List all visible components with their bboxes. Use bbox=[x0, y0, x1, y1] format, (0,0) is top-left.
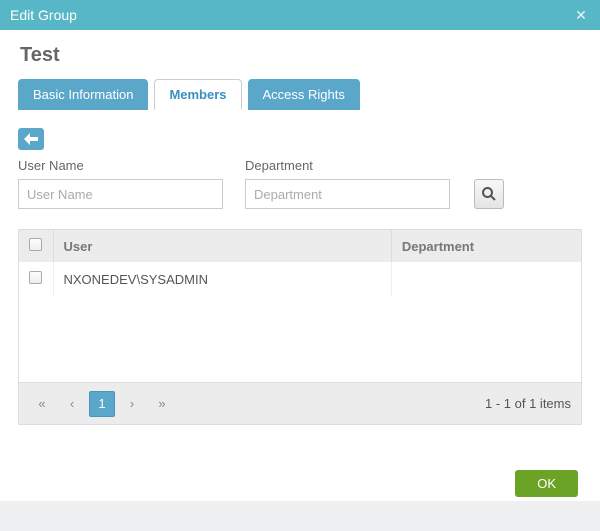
cell-department bbox=[391, 262, 581, 296]
department-input[interactable] bbox=[245, 179, 450, 209]
department-field-wrap: Department bbox=[245, 158, 450, 209]
username-field-wrap: User Name bbox=[18, 158, 223, 209]
pager: « ‹ 1 › » 1 - 1 of 1 items bbox=[19, 382, 581, 424]
arrow-left-icon bbox=[24, 133, 38, 145]
tab-members[interactable]: Members bbox=[154, 79, 241, 110]
column-header-user[interactable]: User bbox=[53, 230, 391, 262]
search-icon bbox=[481, 186, 497, 202]
chevron-right-icon: › bbox=[130, 396, 134, 411]
tab-label: Basic Information bbox=[33, 87, 133, 102]
pager-last-button[interactable]: » bbox=[149, 391, 175, 417]
department-label: Department bbox=[245, 158, 450, 173]
pager-page-1[interactable]: 1 bbox=[89, 391, 115, 417]
dialog-title: Edit Group bbox=[10, 7, 77, 23]
chevron-left-icon: ‹ bbox=[70, 396, 74, 411]
page-title: Test bbox=[20, 44, 582, 67]
tab-label: Members bbox=[169, 87, 226, 102]
pager-first-button[interactable]: « bbox=[29, 391, 55, 417]
dialog-titlebar: Edit Group ✕ bbox=[0, 0, 600, 30]
members-table: User Department NXONEDEV\SYSADMIN « bbox=[18, 229, 582, 425]
table-empty-area bbox=[19, 296, 581, 382]
tabs: Basic Information Members Access Rights bbox=[18, 79, 582, 110]
username-input[interactable] bbox=[18, 179, 223, 209]
pager-status: 1 - 1 of 1 items bbox=[485, 396, 571, 411]
chevron-double-right-icon: » bbox=[158, 396, 165, 411]
footer-strip bbox=[0, 501, 600, 531]
table-row[interactable]: NXONEDEV\SYSADMIN bbox=[19, 262, 581, 296]
chevron-double-left-icon: « bbox=[38, 396, 45, 411]
pager-prev-button[interactable]: ‹ bbox=[59, 391, 85, 417]
column-header-department[interactable]: Department bbox=[391, 230, 581, 262]
ok-button[interactable]: OK bbox=[515, 470, 578, 497]
select-all-checkbox[interactable] bbox=[29, 238, 42, 251]
cell-user: NXONEDEV\SYSADMIN bbox=[53, 262, 391, 296]
tab-access-rights[interactable]: Access Rights bbox=[248, 79, 360, 110]
pager-page-label: 1 bbox=[98, 396, 105, 411]
username-label: User Name bbox=[18, 158, 223, 173]
tab-basic-information[interactable]: Basic Information bbox=[18, 79, 148, 110]
close-icon[interactable]: ✕ bbox=[572, 6, 590, 24]
search-button[interactable] bbox=[474, 179, 504, 209]
ok-label: OK bbox=[537, 476, 556, 491]
pager-next-button[interactable]: › bbox=[119, 391, 145, 417]
tab-label: Access Rights bbox=[263, 87, 345, 102]
back-button[interactable] bbox=[18, 128, 44, 150]
row-checkbox[interactable] bbox=[29, 271, 42, 284]
